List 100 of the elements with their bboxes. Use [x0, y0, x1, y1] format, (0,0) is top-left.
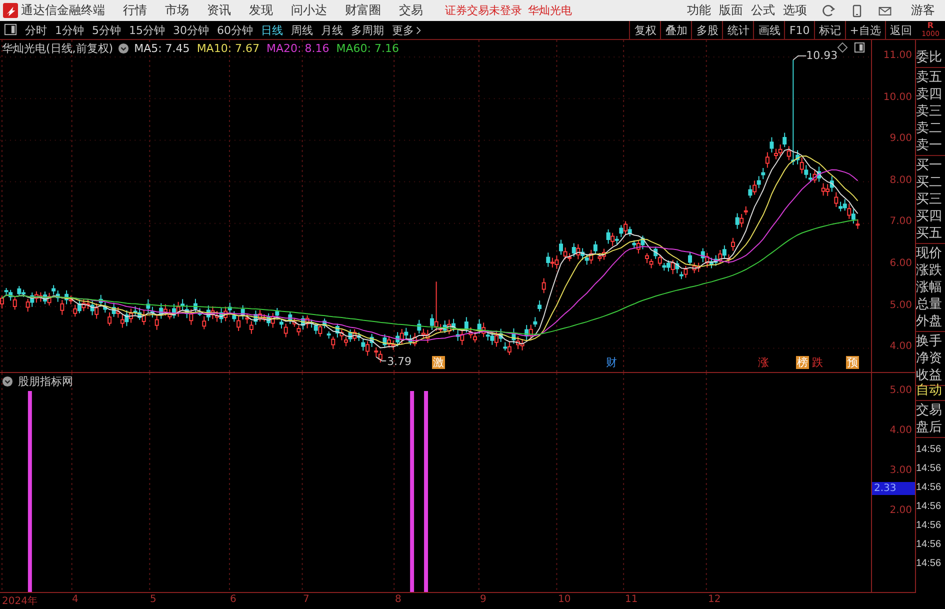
login-status[interactable]: 证券交易未登录 — [445, 3, 522, 18]
date-axis-label: 11 — [625, 594, 638, 605]
date-axis-label: 10 — [558, 594, 571, 605]
quote-field-label: 卖二 — [916, 120, 943, 137]
quote-field-label: 卖五 — [916, 69, 943, 86]
panel-toggle-icon[interactable] — [4, 23, 17, 36]
chart-title: 华灿光电(日线,前复权) — [2, 41, 114, 56]
toolbar-button[interactable]: +自选 — [844, 21, 885, 39]
indicator-title: 股朋指标网 — [18, 374, 73, 389]
menu-item[interactable]: 资讯 — [207, 2, 231, 19]
period-tab[interactable]: 15分钟 — [125, 21, 169, 39]
quote-field-label: 涨幅 — [916, 279, 943, 296]
date-axis-label: 12 — [708, 594, 721, 605]
event-marker[interactable]: 跌 — [812, 356, 823, 369]
period-tab[interactable]: 日线 — [257, 21, 287, 39]
chevron-down-icon[interactable] — [118, 43, 130, 54]
event-marker[interactable]: 财 — [606, 356, 617, 369]
quote-field-label: 现价 — [916, 245, 943, 262]
quote-field-label: 委比 — [916, 49, 943, 66]
toolbar-button[interactable]: 返回 — [885, 21, 916, 39]
current-value-label: 2.33 — [872, 482, 915, 495]
price-axis-label: 9.00 — [890, 133, 912, 144]
panel-header-label[interactable]: R — [927, 21, 934, 30]
diamond-icon[interactable] — [837, 42, 848, 53]
chevron-down-icon[interactable] — [2, 376, 13, 387]
quote-field-label: 收益 — [916, 367, 943, 384]
price-axis-label: 8.00 — [890, 174, 912, 186]
menu-item[interactable]: 公式 — [751, 2, 775, 19]
toolbar-button[interactable]: 标记 — [814, 21, 845, 39]
toolbar-button[interactable]: 统计 — [722, 21, 754, 39]
toolbar-button[interactable]: F10 — [784, 21, 814, 39]
date-axis-label: 8 — [395, 594, 402, 605]
quote-field-label: 买三 — [916, 191, 943, 208]
menu-item[interactable]: 交易 — [399, 2, 423, 19]
menu-item[interactable]: 行情 — [123, 2, 147, 19]
toolbar-button[interactable]: 叠加 — [660, 21, 692, 39]
low-price-pointer: 3.79 — [376, 354, 412, 368]
quote-field-label: 净资 — [916, 350, 943, 367]
toolbar-button[interactable]: 画线 — [753, 21, 784, 39]
refresh-icon[interactable] — [822, 4, 836, 18]
indicator-axis-label: 5.00 — [890, 385, 912, 396]
price-axis-label: 10.00 — [883, 92, 912, 103]
date-axis-label: 5 — [150, 594, 156, 605]
mode-label[interactable]: 自动 — [916, 382, 945, 399]
indicator-axis-label: 3.00 — [890, 465, 912, 476]
period-tab[interactable]: 30分钟 — [169, 21, 213, 39]
indicator-axis-label: 2.00 — [890, 505, 912, 516]
menu-item[interactable]: 财富圈 — [345, 2, 381, 19]
period-tab[interactable]: 1分钟 — [51, 21, 88, 39]
panel-link[interactable]: 盘后 — [916, 419, 945, 436]
menu-item[interactable]: 发现 — [249, 2, 273, 19]
trade-time: 14:56 — [916, 500, 942, 514]
menu-item[interactable]: 问小达 — [291, 2, 327, 19]
date-axis-label: 9 — [480, 594, 486, 605]
period-tab[interactable]: 月线 — [317, 21, 347, 39]
moving-average-value: MA10: 7.67 — [196, 42, 260, 55]
panel-toggle-icon[interactable] — [854, 42, 865, 53]
chevron-right-icon — [416, 26, 421, 34]
quote-field-label: 买四 — [916, 208, 943, 225]
stock-name: 华灿光电 — [528, 3, 572, 18]
trade-time: 14:56 — [916, 481, 942, 495]
panel-link[interactable]: 交易 — [916, 402, 945, 419]
indicator-axis-label: 4.00 — [890, 425, 912, 436]
period-tab[interactable]: 分时 — [21, 21, 51, 39]
quote-field-label: 涨跌 — [916, 262, 943, 279]
toolbar-button[interactable]: 多股 — [691, 21, 722, 39]
event-marker[interactable]: 涨 — [758, 356, 769, 369]
quote-field-label: 买五 — [916, 225, 943, 242]
quote-field-label: 外盘 — [916, 313, 943, 330]
moving-average-value: MA20: 8.16 — [266, 42, 330, 55]
menu-item[interactable]: 市场 — [165, 2, 189, 19]
period-tab[interactable]: 多周期 — [347, 21, 388, 39]
menu-item[interactable]: 功能 — [687, 2, 711, 19]
high-price-pointer: 10.93 — [792, 48, 838, 62]
more-button[interactable]: 更多 — [388, 21, 425, 39]
trade-time: 14:56 — [916, 462, 942, 476]
period-tab[interactable]: 5分钟 — [88, 21, 125, 39]
menu-item[interactable]: 选项 — [783, 2, 807, 19]
trade-time: 14:56 — [916, 557, 942, 571]
trade-time: 14:56 — [916, 519, 942, 533]
price-axis-label: 7.00 — [890, 216, 912, 228]
app-title: 通达信金融终端 — [21, 2, 105, 19]
logo-icon — [3, 3, 18, 18]
moving-average-value: MA5: 7.45 — [134, 42, 190, 55]
period-tab[interactable]: 周线 — [287, 21, 317, 39]
price-axis-label: 4.00 — [890, 341, 912, 352]
date-axis-label: 2024年 — [2, 595, 38, 608]
quote-field-label: 买二 — [916, 174, 943, 191]
quote-field-label: 卖四 — [916, 86, 943, 103]
phone-icon[interactable] — [850, 4, 864, 18]
menu-item[interactable]: 版面 — [719, 2, 743, 19]
price-axis-label: 5.00 — [890, 300, 912, 311]
date-axis-label: 4 — [72, 594, 78, 605]
quote-field-label: 买一 — [916, 157, 943, 174]
quote-field-label: 卖一 — [916, 137, 943, 154]
user-label[interactable]: 游客 — [911, 2, 935, 19]
period-tab[interactable]: 60分钟 — [213, 21, 257, 39]
quote-field-label: 卖三 — [916, 103, 943, 120]
toolbar-button[interactable]: 复权 — [629, 21, 660, 39]
trade-time: 14:56 — [916, 538, 942, 552]
